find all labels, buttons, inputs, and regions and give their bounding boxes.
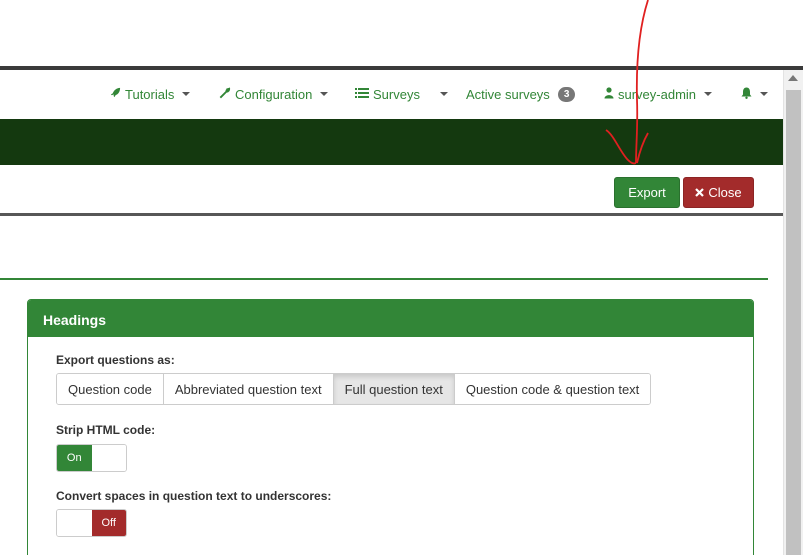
top-blank-area (0, 0, 803, 66)
export-questions-label: Export questions as: (56, 353, 175, 367)
nav-configuration-label: Configuration (235, 86, 313, 102)
toggle-blank (91, 445, 126, 471)
nav-user-label: survey-admin (618, 86, 697, 102)
panel-title: Headings (28, 300, 753, 337)
option-full-question-text[interactable]: Full question text (333, 374, 455, 404)
list-icon (355, 87, 369, 102)
export-button-label: Export (628, 185, 666, 200)
toggle-on-state: On (57, 445, 92, 471)
times-icon (695, 185, 705, 200)
action-bar-divider (0, 213, 783, 216)
close-button-label: Close (708, 185, 742, 200)
close-button[interactable]: Close (683, 177, 754, 208)
export-button[interactable]: Export (614, 177, 680, 208)
nav-surveys[interactable]: Surveys (355, 85, 420, 103)
nav-active-surveys-label: Active surveys (466, 86, 550, 102)
chevron-down-icon (320, 92, 329, 96)
nav-configuration[interactable]: Configuration (219, 85, 329, 103)
nav-active-surveys[interactable]: Active surveys 3 (466, 85, 576, 103)
nav-notifications[interactable] (741, 85, 768, 103)
headings-panel: Headings Export questions as: Question c… (27, 299, 754, 555)
bell-icon (741, 87, 752, 102)
scrollbar-thumb[interactable] (786, 90, 801, 555)
chevron-down-icon (760, 92, 768, 96)
survey-title-bar (0, 119, 783, 165)
convert-spaces-label: Convert spaces in question text to under… (56, 489, 332, 503)
user-icon (604, 86, 614, 102)
top-navbar: Tutorials Configuration Surveys Active s… (0, 70, 783, 119)
toggle-off-state: Off (91, 510, 126, 536)
nav-tutorials[interactable]: Tutorials (110, 85, 191, 103)
chevron-down-icon (182, 92, 191, 96)
convert-spaces-toggle[interactable]: Off (56, 509, 127, 537)
toggle-blank (57, 510, 92, 536)
section-divider (0, 278, 768, 280)
nav-surveys-dropdown[interactable] (436, 85, 448, 103)
chevron-down-icon (704, 92, 713, 96)
export-format-group: Question code Abbreviated question text … (56, 373, 652, 405)
scroll-up-arrow-icon[interactable] (788, 75, 798, 81)
action-bar: Export Close (0, 165, 783, 213)
option-question-code[interactable]: Question code (57, 374, 164, 404)
strip-html-toggle[interactable]: On (56, 444, 127, 472)
rocket-icon (110, 87, 121, 101)
wrench-icon (219, 86, 231, 102)
option-abbreviated-question-text[interactable]: Abbreviated question text (163, 374, 334, 404)
active-surveys-count-badge: 3 (557, 86, 576, 102)
nav-user-menu[interactable]: survey-admin (604, 85, 713, 103)
vertical-scrollbar[interactable] (783, 70, 803, 555)
nav-surveys-label: Surveys (373, 86, 420, 102)
strip-html-label: Strip HTML code: (56, 423, 156, 437)
nav-tutorials-label: Tutorials (125, 86, 175, 102)
option-code-and-text[interactable]: Question code & question text (454, 374, 651, 404)
chevron-down-icon (440, 92, 448, 96)
